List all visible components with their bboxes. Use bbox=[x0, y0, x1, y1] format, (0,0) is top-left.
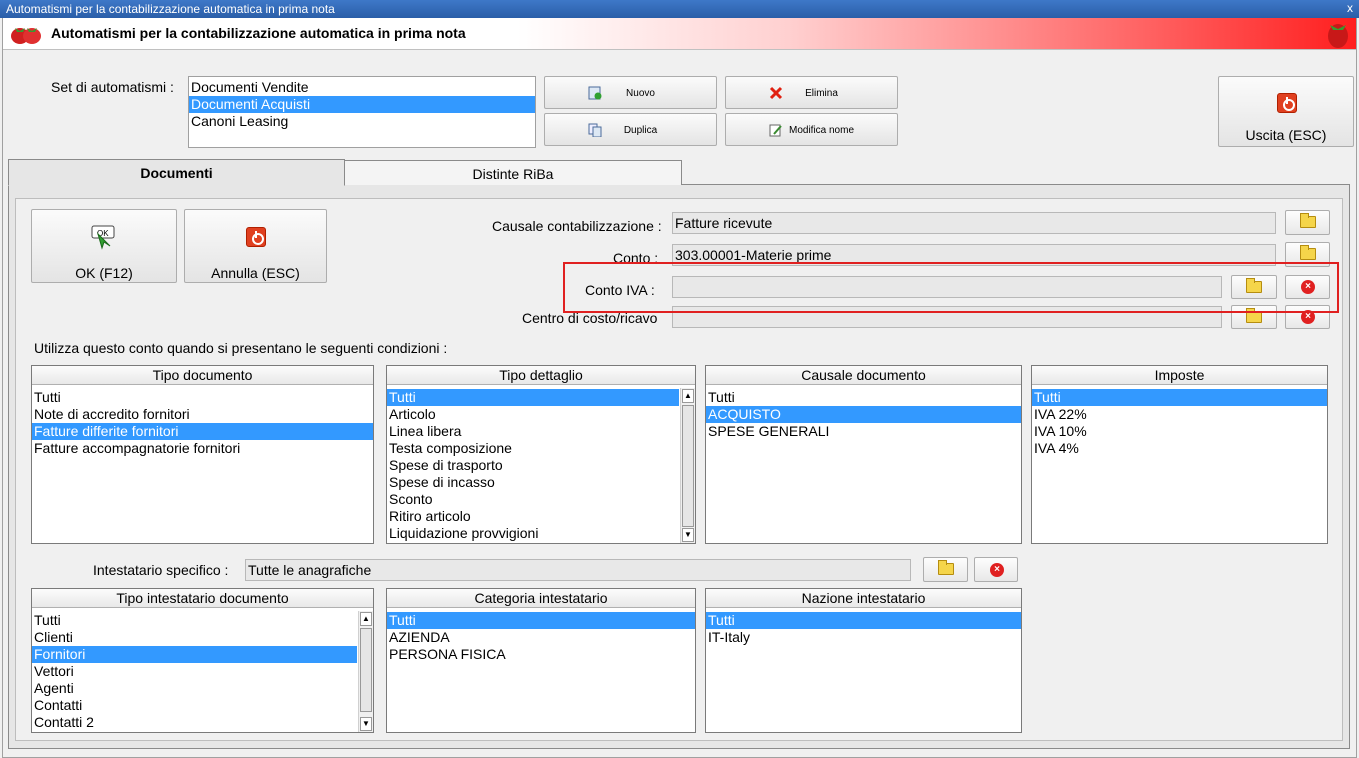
list-item[interactable]: IVA 10% bbox=[1032, 423, 1327, 440]
causale-field[interactable]: Fatture ricevute bbox=[672, 212, 1276, 234]
list-item[interactable]: Clienti bbox=[32, 629, 357, 646]
list-item[interactable]: Liquidazione provvigioni bbox=[387, 525, 679, 542]
list-item[interactable]: Note di accredito fornitori bbox=[32, 406, 373, 423]
intestatario-clear-button[interactable]: × bbox=[974, 557, 1018, 582]
list-item[interactable]: IT-Italy bbox=[706, 629, 1021, 646]
column-header: Nazione intestatario bbox=[706, 589, 1021, 608]
scrollbar[interactable]: ▲ ▼ bbox=[680, 388, 695, 543]
column-header: Causale documento bbox=[706, 366, 1021, 385]
nuovo-label: Nuovo bbox=[626, 88, 655, 99]
list-item[interactable]: Spese di incasso bbox=[387, 474, 679, 491]
list-item[interactable]: Tutti bbox=[387, 612, 695, 629]
list-item[interactable]: Tutti bbox=[387, 389, 679, 406]
list-item[interactable]: Fatture differite fornitori bbox=[32, 423, 373, 440]
list-item[interactable]: SPESE GENERALI bbox=[706, 423, 1021, 440]
scroll-down-icon[interactable]: ▼ bbox=[360, 717, 372, 731]
annulla-label: Annulla (ESC) bbox=[211, 265, 300, 281]
intestatario-label: Intestatario specifico : bbox=[93, 562, 229, 578]
list-item[interactable]: Agenti bbox=[32, 680, 357, 697]
tab-distinte-riba[interactable]: Distinte RiBa bbox=[344, 160, 682, 185]
scroll-thumb[interactable] bbox=[682, 405, 694, 527]
window-titlebar: Automatismi per la contabilizzazione aut… bbox=[0, 0, 1359, 18]
clear-x-icon: × bbox=[990, 563, 1004, 577]
ok-button[interactable]: OK OK (F12) bbox=[31, 209, 177, 283]
list-item[interactable]: Contatti bbox=[32, 697, 357, 714]
list-item[interactable]: Sconto bbox=[387, 491, 679, 508]
duplica-label: Duplica bbox=[623, 125, 658, 136]
imposte-list[interactable]: Imposte Tutti IVA 22% IVA 10% IVA 4% bbox=[1031, 365, 1328, 544]
column-header: Imposte bbox=[1032, 366, 1327, 385]
folder-icon bbox=[1300, 213, 1316, 228]
list-item[interactable]: Tutti bbox=[32, 612, 357, 629]
close-icon[interactable]: x bbox=[1347, 0, 1353, 16]
list-item[interactable]: Spese di trasporto bbox=[387, 457, 679, 474]
ok-label: OK (F12) bbox=[75, 265, 133, 281]
list-item[interactable]: Tutti bbox=[1032, 389, 1327, 406]
list-item[interactable]: Tutti bbox=[706, 612, 1021, 629]
annulla-button[interactable]: Annulla (ESC) bbox=[184, 209, 327, 283]
folder-icon bbox=[938, 560, 954, 575]
tipo-documento-list[interactable]: Tipo documento Tutti Note di accredito f… bbox=[31, 365, 374, 544]
list-item[interactable]: IVA 4% bbox=[1032, 440, 1327, 457]
power-icon bbox=[1277, 93, 1297, 113]
scroll-up-icon[interactable]: ▲ bbox=[682, 389, 694, 403]
nuovo-button[interactable]: Nuovo bbox=[544, 76, 717, 109]
list-item[interactable]: IVA 22% bbox=[1032, 406, 1327, 423]
causale-documento-list[interactable]: Causale documento Tutti ACQUISTO SPESE G… bbox=[705, 365, 1022, 544]
categoria-intestatario-list[interactable]: Categoria intestatario Tutti AZIENDA PER… bbox=[386, 588, 696, 733]
list-item[interactable]: ACQUISTO bbox=[706, 406, 1021, 423]
uscita-label: Uscita (ESC) bbox=[1245, 127, 1327, 143]
duplica-button[interactable]: Duplica bbox=[544, 113, 717, 146]
list-item[interactable]: Contatti 2 bbox=[32, 714, 357, 731]
conditions-label: Utilizza questo conto quando si presenta… bbox=[34, 340, 448, 356]
intestatario-field[interactable]: Tutte le anagrafiche bbox=[245, 559, 911, 581]
elimina-button[interactable]: Elimina bbox=[725, 76, 898, 109]
uscita-button[interactable]: Uscita (ESC) bbox=[1218, 76, 1354, 147]
list-item[interactable]: Fornitori bbox=[32, 646, 357, 663]
tipo-dettaglio-list[interactable]: Tipo dettaglio Tutti Articolo Linea libe… bbox=[386, 365, 696, 544]
list-item[interactable]: Linea libera bbox=[387, 423, 679, 440]
column-header: Categoria intestatario bbox=[387, 589, 695, 608]
elimina-label: Elimina bbox=[805, 88, 838, 99]
column-header: Tipo documento bbox=[32, 366, 373, 385]
list-item[interactable]: Tutti bbox=[32, 389, 373, 406]
power-icon bbox=[246, 227, 266, 247]
tipo-intestatario-list[interactable]: Tipo intestatario documento Tutti Client… bbox=[31, 588, 374, 733]
list-item[interactable]: Documenti Acquisti bbox=[189, 96, 535, 113]
folder-icon bbox=[1300, 245, 1316, 260]
causale-browse-button[interactable] bbox=[1285, 210, 1330, 235]
window-title: Automatismi per la contabilizzazione aut… bbox=[6, 2, 335, 16]
set-listbox[interactable]: Documenti Vendite Documenti Acquisti Can… bbox=[188, 76, 536, 148]
list-item[interactable]: Fatture accompagnatorie fornitori bbox=[32, 440, 373, 457]
nazione-intestatario-list[interactable]: Nazione intestatario Tutti IT-Italy bbox=[705, 588, 1022, 733]
conto-iva-label: Conto IVA : bbox=[585, 282, 655, 298]
list-item[interactable]: Tutti bbox=[706, 389, 1021, 406]
scrollbar[interactable]: ▲ ▼ bbox=[358, 611, 373, 732]
list-item[interactable]: Documenti Vendite bbox=[189, 79, 535, 96]
scroll-up-icon[interactable]: ▲ bbox=[360, 612, 372, 626]
set-label: Set di automatismi : bbox=[51, 79, 174, 95]
list-item[interactable]: Articolo bbox=[387, 406, 679, 423]
modifica-nome-button[interactable]: Modifica nome bbox=[725, 113, 898, 146]
ok-check-icon: OK bbox=[91, 225, 115, 250]
list-item[interactable]: Ritiro articolo bbox=[387, 508, 679, 525]
modifica-nome-label: Modifica nome bbox=[788, 125, 855, 136]
list-item[interactable]: PERSONA FISICA bbox=[387, 646, 695, 663]
column-header: Tipo intestatario documento bbox=[32, 589, 373, 608]
list-item[interactable]: Vettori bbox=[32, 663, 357, 680]
column-header: Tipo dettaglio bbox=[387, 366, 695, 385]
scroll-thumb[interactable] bbox=[360, 628, 372, 712]
list-item[interactable]: Canoni Leasing bbox=[189, 113, 535, 130]
highlight-box bbox=[563, 262, 1339, 313]
scroll-down-icon[interactable]: ▼ bbox=[682, 528, 694, 542]
intestatario-browse-button[interactable] bbox=[923, 557, 968, 582]
causale-label: Causale contabilizzazione : bbox=[492, 218, 662, 234]
list-item[interactable]: AZIENDA bbox=[387, 629, 695, 646]
tab-documenti[interactable]: Documenti bbox=[8, 159, 345, 186]
list-item[interactable]: Testa composizione bbox=[387, 440, 679, 457]
